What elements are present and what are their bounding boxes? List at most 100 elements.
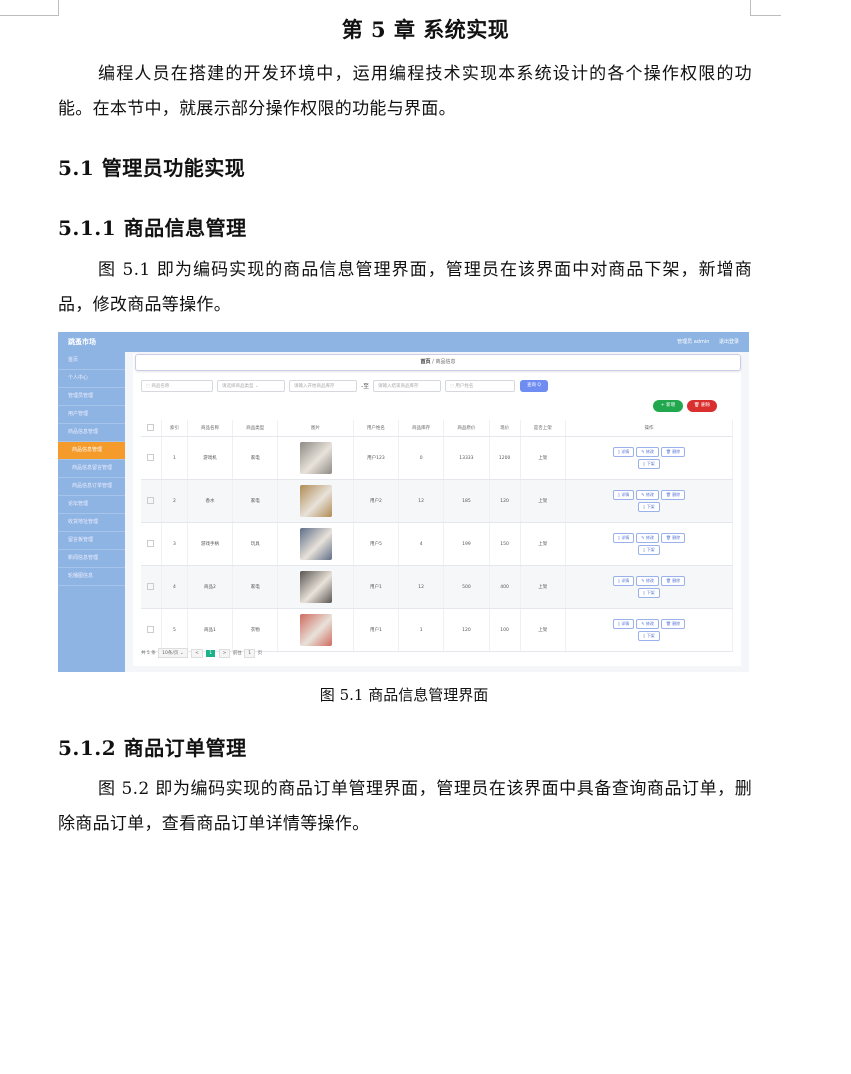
product-type-select[interactable]: 请选择商品类型 ⌄ [217, 380, 285, 392]
table-row: 2 香水 家电 用户2 12 185 120 上架 ▯ 详情 ✎ 修改 🗑 删除 ▯ 下架 [141, 479, 734, 523]
column-header: 商品名称 [187, 420, 234, 437]
index-cell: 4 [161, 565, 188, 609]
name-cell: 游戏手柄 [187, 522, 234, 566]
breadcrumb-separator: / [432, 359, 434, 365]
sidebar-item[interactable]: 轮播图信息 [58, 568, 125, 586]
stock-cell: 1 [398, 608, 445, 652]
offshelf-label: 下架 [646, 633, 655, 638]
row-checkbox[interactable] [147, 496, 155, 504]
delete-row-button[interactable]: 🗑 删除 [660, 619, 686, 629]
offshelf-label: 下架 [646, 504, 655, 509]
edit-label: 修改 [645, 492, 654, 497]
offshelf-button[interactable]: ▯ 下架 [638, 502, 660, 512]
status-cell: 上架 [520, 522, 566, 566]
stock-cell: 0 [398, 436, 445, 480]
detail-button[interactable]: ▯ 详情 [612, 490, 635, 500]
sidebar: 首页 个人中心 管理员管理 用户管理 商品信息管理 商品信息管理 商品信息留言管理 商品信息订… [58, 352, 125, 672]
product-image [299, 571, 332, 603]
sidebar-item[interactable]: 论坛管理 [58, 496, 125, 514]
delete-row-label: 删除 [672, 578, 681, 583]
sidebar-item[interactable]: 收货地址管理 [58, 514, 125, 532]
status-cell: 上架 [520, 565, 566, 609]
detail-button[interactable]: ▯ 详情 [612, 619, 635, 629]
delete-row-label: 删除 [672, 492, 681, 497]
column-header: 是否上架 [520, 420, 566, 437]
stock-start-input[interactable]: 请输入开始商品库存 [289, 380, 357, 392]
name-cell: 商品1 [187, 608, 234, 652]
row-checkbox[interactable] [147, 582, 155, 590]
sidebar-item[interactable]: 首页 [58, 352, 125, 370]
pager-current[interactable]: 1 [206, 650, 216, 657]
column-header: 操作 [565, 420, 734, 437]
column-header: 商品库存 [398, 420, 445, 437]
stock-end-input[interactable]: 请输入结束商品库存 [373, 380, 441, 392]
delete-row-button[interactable]: 🗑 删除 [660, 490, 686, 500]
edit-button[interactable]: ✎ 修改 [636, 619, 659, 629]
delete-row-button[interactable]: 🗑 删除 [660, 447, 686, 457]
detail-label: 详情 [621, 535, 630, 540]
user-name-input[interactable]: ◌ 用户姓名 [445, 380, 515, 392]
index-cell: 1 [161, 436, 188, 480]
sidebar-item[interactable]: 商品信息留言管理 [58, 460, 125, 478]
product-name-input[interactable]: ◌ 商品名称 [141, 380, 213, 392]
detail-button[interactable]: ▯ 详情 [612, 447, 635, 457]
sidebar-item[interactable]: 商品信息管理 [58, 424, 125, 442]
detail-button[interactable]: ▯ 详情 [612, 576, 635, 586]
sidebar-item[interactable]: 用户管理 [58, 406, 125, 424]
delete-button[interactable]: 🗑 删除 [687, 400, 717, 412]
range-separator: -至 [361, 383, 370, 390]
edit-button[interactable]: ✎ 修改 [636, 576, 659, 586]
section-5-1-1-heading: 5.1.1 商品信息管理 [58, 216, 247, 240]
pager-prev-button[interactable]: < [191, 649, 203, 658]
checkbox-cell [141, 608, 162, 652]
figure-caption: 图 5.1 商品信息管理界面 [319, 686, 489, 704]
offshelf-button[interactable]: ▯ 下架 [638, 588, 660, 598]
select-all-checkbox[interactable] [147, 423, 155, 431]
index-cell: 2 [161, 479, 188, 523]
section-5-1-1-paragraph: 图 5.1 即为编码实现的商品信息管理界面，管理员在该界面中对商品下架，新增商品… [58, 260, 752, 315]
sidebar-item[interactable]: 商品信息订单管理 [58, 478, 125, 496]
detail-button[interactable]: ▯ 详情 [612, 533, 635, 543]
breadcrumb-home[interactable]: 首页 [421, 359, 431, 365]
product-image [299, 485, 332, 517]
user-cell: 用户1 [353, 565, 400, 609]
sidebar-item[interactable]: 商品信息管理 [58, 442, 125, 460]
row-checkbox[interactable] [147, 453, 155, 461]
pager-goto-input[interactable]: 1 [244, 649, 256, 658]
checkbox-cell [141, 479, 162, 523]
sidebar-item[interactable]: 管理员管理 [58, 388, 125, 406]
add-button[interactable]: + 新增 [653, 400, 683, 412]
pager-next-button[interactable]: > [218, 649, 231, 658]
row-checkbox[interactable] [147, 625, 155, 633]
delete-row-button[interactable]: 🗑 删除 [660, 576, 686, 586]
delete-row-button[interactable]: 🗑 删除 [660, 533, 686, 543]
offshelf-button[interactable]: ▯ 下架 [638, 545, 660, 555]
row-checkbox[interactable] [147, 539, 155, 547]
checkbox-cell [141, 436, 162, 480]
stock-cell: 4 [398, 522, 445, 566]
image-cell [277, 522, 354, 566]
app-title: 跳蚤市场 [68, 338, 96, 346]
offshelf-button[interactable]: ▯ 下架 [638, 631, 660, 641]
edit-label: 修改 [645, 449, 654, 454]
image-cell [277, 436, 354, 480]
edit-button[interactable]: ✎ 修改 [636, 490, 659, 500]
sidebar-item[interactable]: 留言板管理 [58, 532, 125, 550]
offshelf-button[interactable]: ▯ 下架 [638, 459, 660, 469]
price-cell: 100 [489, 608, 521, 652]
name-cell: 香水 [187, 479, 234, 523]
app-header: 跳蚤市场 管理员 admin 退出登录 [58, 332, 749, 352]
sidebar-item[interactable]: 个人中心 [58, 370, 125, 388]
logout-link[interactable]: 退出登录 [719, 339, 739, 345]
section-5-1-2-heading: 5.1.2 商品订单管理 [58, 736, 247, 760]
search-button[interactable]: 查询 Q [520, 380, 548, 392]
pager-size-select[interactable]: 10条/页 ⌄ [158, 648, 188, 658]
actions-cell: ▯ 详情 ✎ 修改 🗑 删除 ▯ 下架 [565, 436, 734, 480]
image-cell [277, 608, 354, 652]
sidebar-item[interactable]: 新闻信息管理 [58, 550, 125, 568]
column-header: 图片 [277, 420, 354, 437]
figure-screenshot: 跳蚤市场 管理员 admin 退出登录 首页 个人中心 管理员管理 用户管理 商品信息管… [58, 332, 749, 672]
header-user: 管理员 admin [677, 339, 710, 345]
edit-button[interactable]: ✎ 修改 [636, 447, 659, 457]
edit-button[interactable]: ✎ 修改 [636, 533, 659, 543]
